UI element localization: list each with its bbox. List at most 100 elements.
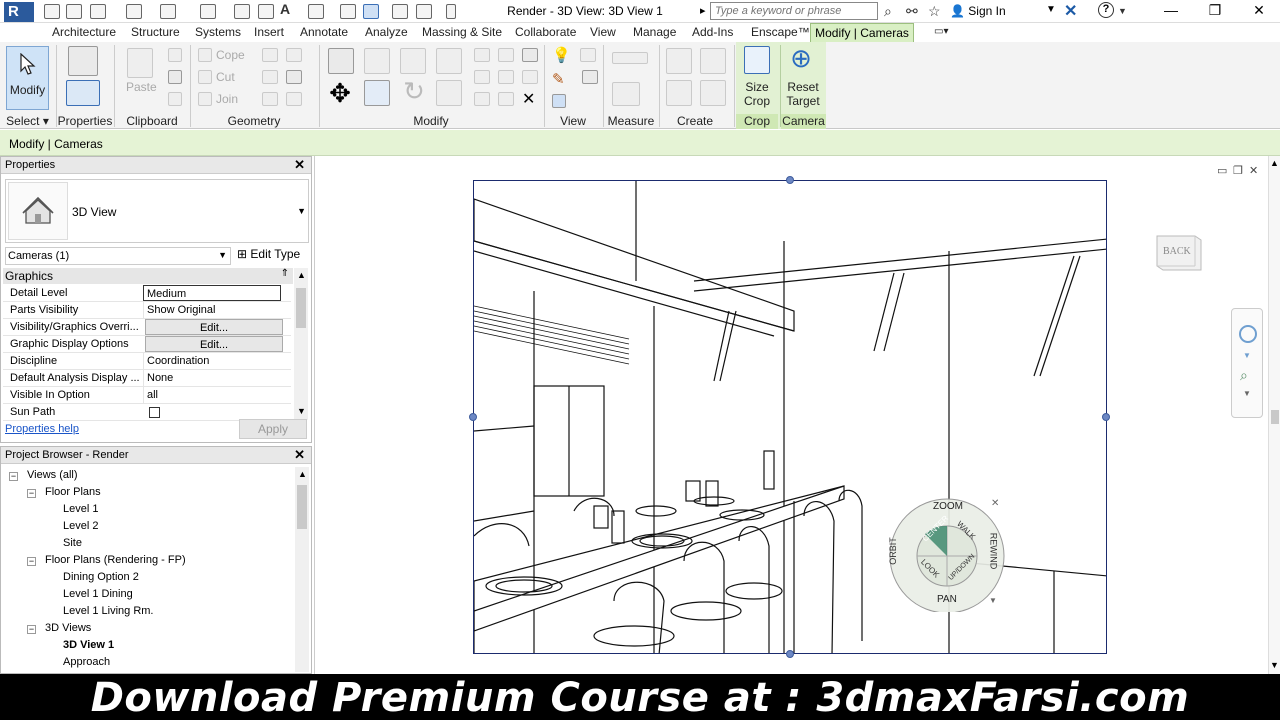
scroll-down-icon[interactable]: ▼: [1270, 660, 1279, 670]
crop-grip-top[interactable]: [786, 176, 794, 184]
tree-item[interactable]: Level 1 Dining: [63, 588, 133, 600]
sun-path-checkbox[interactable]: [149, 407, 160, 418]
paint-icon[interactable]: [286, 48, 302, 62]
thin-lines-icon[interactable]: [363, 4, 379, 19]
split-icon[interactable]: [474, 48, 490, 62]
subscription-icon[interactable]: ⚯: [906, 3, 918, 20]
array-icon[interactable]: [474, 70, 490, 84]
pin-icon[interactable]: [522, 48, 538, 62]
binoculars-icon[interactable]: ⌕: [884, 3, 892, 20]
view-filter-icon[interactable]: [552, 94, 566, 108]
help-icon[interactable]: ?: [1098, 2, 1114, 18]
cope-icon[interactable]: [198, 48, 212, 62]
chevron-down-icon[interactable]: ▼: [297, 206, 306, 216]
tab-add-ins[interactable]: Add-Ins: [692, 25, 733, 39]
restore-icon[interactable]: ❐: [1200, 2, 1230, 19]
browser-scrollbar[interactable]: ▲: [295, 467, 309, 672]
tree-item[interactable]: 3D Views: [45, 622, 91, 634]
scale-icon[interactable]: [498, 70, 514, 84]
crop-grip-left[interactable]: [469, 413, 477, 421]
tree-item[interactable]: Level 1 Living Rm.: [63, 605, 154, 617]
tree-item[interactable]: Site: [63, 537, 82, 549]
tree-item[interactable]: 3D View 1: [63, 639, 114, 651]
view-minimize-icon[interactable]: ▭: [1217, 164, 1227, 177]
tree-item[interactable]: Level 2: [63, 520, 98, 532]
search-expand-icon[interactable]: ▸: [700, 4, 706, 17]
delete-icon[interactable]: ✕: [522, 89, 535, 109]
drawing-area[interactable]: ▭ ❐ ✕ BACK ▼ ⌕ ▼ ZOOM CENTER WALK REWIND…: [314, 156, 1280, 674]
tree-item[interactable]: Floor Plans: [45, 486, 101, 498]
zoom-region-icon[interactable]: ⌕: [1240, 367, 1248, 384]
linework-icon[interactable]: ✎: [552, 70, 565, 88]
offset-icon[interactable]: [364, 48, 390, 74]
chevron-down-icon[interactable]: ▼: [989, 596, 997, 605]
close-icon[interactable]: ✕: [294, 157, 305, 173]
search-input[interactable]: [710, 2, 878, 20]
reset-target-icon[interactable]: ⊕: [786, 44, 816, 74]
tab-view[interactable]: View: [590, 25, 616, 39]
tab-systems[interactable]: Systems: [195, 25, 241, 39]
cut-icon[interactable]: [168, 48, 182, 62]
chevron-down-icon[interactable]: ▼: [1243, 389, 1251, 398]
discipline-field[interactable]: Coordination: [143, 353, 291, 369]
override-graphics-icon[interactable]: [580, 48, 596, 62]
type-properties-icon[interactable]: [68, 46, 98, 76]
trim-multiple-icon[interactable]: [474, 92, 490, 106]
dimension-icon[interactable]: [234, 4, 250, 19]
paste-icon[interactable]: [127, 48, 153, 78]
measure-between-icon[interactable]: [612, 52, 648, 64]
close-icon[interactable]: ✕: [991, 498, 999, 509]
measure-icon[interactable]: [200, 4, 216, 19]
undo-icon[interactable]: [126, 4, 142, 19]
tab-structure[interactable]: Structure: [131, 25, 180, 39]
line-styles-icon[interactable]: [582, 70, 598, 84]
analysis-display-field[interactable]: None: [143, 370, 291, 386]
scroll-up-icon[interactable]: ▲: [1270, 158, 1279, 168]
scroll-thumb[interactable]: [296, 288, 306, 328]
chevron-down-icon[interactable]: ▼: [1243, 351, 1251, 360]
rotate-icon[interactable]: ↻: [400, 78, 428, 106]
close-hidden-icon[interactable]: [392, 4, 408, 19]
scroll-down-icon[interactable]: ▼: [297, 406, 306, 416]
tree-item[interactable]: Views (all): [27, 469, 78, 481]
tab-collaborate[interactable]: Collaborate: [515, 25, 576, 39]
tree-item[interactable]: Dining Option 2: [63, 571, 139, 583]
unjoin-icon[interactable]: [286, 92, 302, 106]
3d-view-icon[interactable]: [308, 4, 324, 19]
tree-toggle-icon[interactable]: −: [27, 489, 36, 498]
switch-windows-icon[interactable]: [416, 4, 432, 19]
properties-scrollbar[interactable]: ▲ ▼: [294, 268, 308, 420]
collapse-icon[interactable]: ⇑: [281, 268, 289, 279]
scroll-up-icon[interactable]: ▲: [298, 469, 307, 479]
detail-level-field[interactable]: Medium: [143, 285, 281, 301]
size-crop-button[interactable]: Size Crop: [736, 80, 778, 108]
sync-icon[interactable]: [90, 4, 106, 19]
type-selector[interactable]: 3D View ▼: [5, 179, 309, 243]
move-icon[interactable]: ✥: [326, 80, 354, 108]
graphics-group-header[interactable]: Graphics ⇑: [3, 268, 293, 284]
size-crop-icon[interactable]: [744, 46, 770, 74]
minimize-icon[interactable]: —: [1156, 2, 1186, 18]
join-icon[interactable]: [198, 92, 212, 106]
canvas-scrollbar[interactable]: ▲ ▼: [1268, 156, 1280, 674]
trim-extend-icon[interactable]: [436, 80, 462, 106]
scroll-thumb[interactable]: [297, 485, 307, 529]
copy-icon[interactable]: [168, 70, 182, 84]
properties-help-link[interactable]: Properties help: [5, 423, 79, 435]
close-icon[interactable]: ✕: [294, 447, 305, 463]
vg-overrides-edit-button[interactable]: Edit...: [145, 319, 283, 335]
crop-grip-right[interactable]: [1102, 413, 1110, 421]
tree-toggle-icon[interactable]: −: [27, 625, 36, 634]
tab-architecture[interactable]: Architecture: [52, 25, 116, 39]
tree-item[interactable]: Floor Plans (Rendering - FP): [45, 554, 186, 566]
reset-target-button[interactable]: Reset Target: [782, 80, 824, 108]
ribbon-minimize-icon[interactable]: ▭▾: [934, 26, 948, 37]
create-similar-icon[interactable]: [700, 80, 726, 106]
tree-item[interactable]: Level 1: [63, 503, 98, 515]
properties-icon[interactable]: [66, 80, 100, 106]
section-icon[interactable]: [340, 4, 356, 19]
instance-filter-dropdown[interactable]: Cameras (1) ▼: [5, 247, 231, 265]
tree-toggle-icon[interactable]: −: [9, 472, 18, 481]
text-icon[interactable]: A: [280, 1, 290, 17]
view-restore-icon[interactable]: ❐: [1233, 164, 1243, 177]
